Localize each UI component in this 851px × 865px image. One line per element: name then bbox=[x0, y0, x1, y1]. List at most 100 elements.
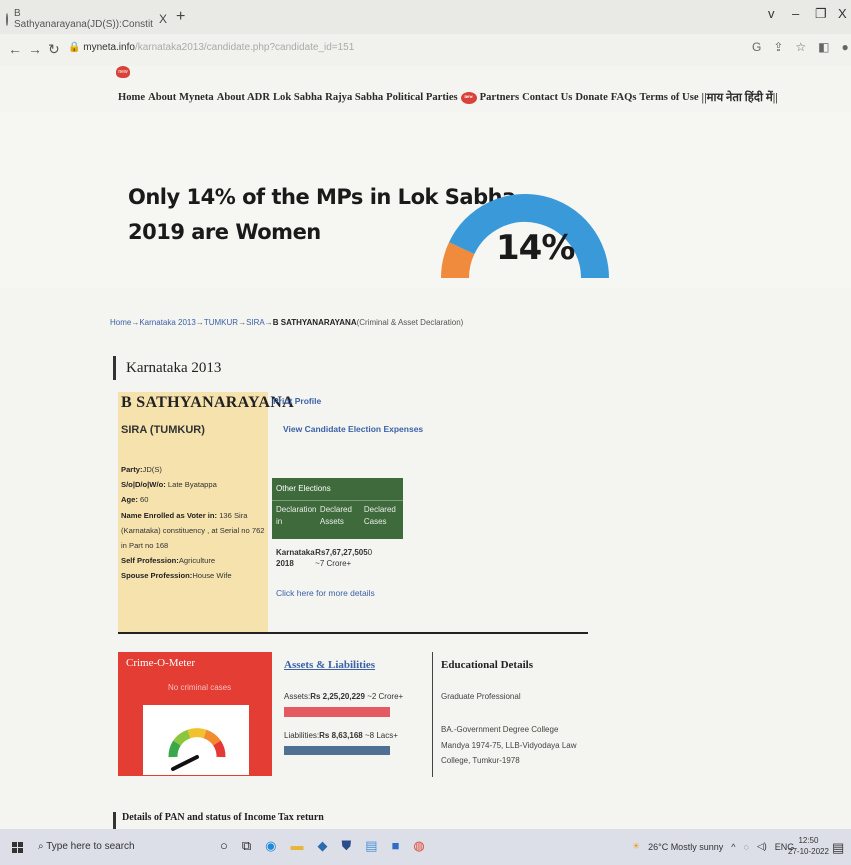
education-category: Graduate Professional bbox=[441, 692, 521, 701]
assets-liabilities-link[interactable]: Assets & Liabilities bbox=[284, 659, 375, 671]
liabilities-value: Rs 8,63,168 bbox=[319, 731, 363, 740]
crumb-sep: → bbox=[238, 318, 247, 327]
liabilities-bar bbox=[284, 746, 390, 755]
assets-value: Rs 2,25,20,229 bbox=[310, 692, 365, 701]
minimize-button[interactable]: – bbox=[792, 6, 799, 21]
search-placeholder: Type here to search bbox=[46, 841, 135, 852]
weather-icon: ☀ bbox=[632, 841, 641, 851]
gauge-women-arc bbox=[441, 242, 475, 279]
file-explorer-icon[interactable]: ▬ bbox=[291, 838, 304, 854]
declaration-cell[interactable]: Karnataka 2018 bbox=[276, 547, 315, 569]
more-details-link[interactable]: Click here for more details bbox=[276, 588, 375, 598]
assets-amount: Rs7,67,27,505 bbox=[315, 548, 368, 557]
other-elections-table: Other Elections Declaration in Declared … bbox=[272, 478, 403, 569]
taskbar-apps: ○ ⧉ ◉ ▬ ◆ ⛊ ▤ ■ ◍ bbox=[220, 838, 425, 854]
windows-start-icon[interactable] bbox=[12, 842, 23, 853]
maximize-button[interactable]: ❐ bbox=[815, 6, 827, 22]
nav-faqs[interactable]: FAQs bbox=[611, 92, 637, 103]
candidate-constituency: SIRA (TUMKUR) bbox=[121, 424, 205, 436]
crumb-election[interactable]: Karnataka 2013 bbox=[139, 318, 196, 327]
security-icon[interactable]: ⛊ bbox=[342, 838, 352, 854]
voter-label: Name Enrolled as Voter in: bbox=[121, 510, 218, 520]
pan-section-title: Details of PAN and status of Income Tax … bbox=[113, 812, 602, 830]
assets-bar bbox=[284, 707, 390, 717]
nav-partners[interactable]: Partners bbox=[480, 92, 519, 103]
nav-hindi[interactable]: ||माय नेता हिंदी में|| bbox=[702, 90, 778, 105]
toolbar-icons: G ⇪ ☆ ◧ ● ⋮ bbox=[752, 40, 851, 54]
tab-search-button[interactable]: v bbox=[768, 6, 775, 21]
volume-icon[interactable]: ◁) bbox=[757, 841, 767, 852]
reload-icon[interactable]: ↻ bbox=[48, 41, 60, 58]
taskbar-search[interactable]: ⌕ Type here to search bbox=[38, 841, 135, 852]
other-elections-header: Declaration in Declared Assets Declared … bbox=[272, 501, 403, 539]
crime-o-meter-title: Crime-O-Meter bbox=[126, 657, 196, 669]
age-value: 60 bbox=[140, 495, 149, 505]
nav-about-myneta[interactable]: About Myneta bbox=[148, 92, 214, 103]
tab-close-button[interactable]: X bbox=[159, 12, 167, 26]
profile-avatar-icon[interactable]: ● bbox=[842, 40, 849, 54]
nav-lok-sabha[interactable]: Lok Sabha bbox=[273, 92, 322, 103]
section-divider bbox=[118, 632, 588, 634]
cortana-icon[interactable]: ○ bbox=[220, 838, 228, 854]
column-header: Declared Cases bbox=[363, 505, 396, 526]
party-label: Party: bbox=[121, 465, 143, 474]
education-title: Educational Details bbox=[441, 659, 533, 671]
candidate-name: B SATHYANARAYANA bbox=[121, 394, 294, 411]
url-field[interactable]: 🔒 myneta.info/karnataka2013/candidate.ph… bbox=[68, 42, 354, 53]
assets-label: Assets: bbox=[284, 692, 311, 701]
nav-donate[interactable]: Donate bbox=[575, 92, 607, 103]
nav-political-parties[interactable]: Political Parties bbox=[386, 92, 457, 103]
new-tab-button[interactable]: + bbox=[176, 8, 185, 26]
tab-title: B Sathyanarayana(JD(S)):Constit bbox=[14, 8, 153, 30]
section-title: Karnataka 2013 bbox=[113, 356, 221, 380]
relation-value: Late Byatappa bbox=[167, 480, 217, 490]
crumb-home[interactable]: Home bbox=[110, 318, 131, 327]
other-elections-title: Other Elections bbox=[272, 478, 403, 501]
network-icon[interactable]: ◌ bbox=[743, 842, 748, 852]
tray-chevron-icon[interactable]: ^ bbox=[731, 842, 735, 852]
education-border bbox=[432, 652, 433, 777]
chrome-icon[interactable]: ◍ bbox=[413, 838, 424, 854]
nav-home[interactable]: Home bbox=[118, 92, 145, 103]
back-icon[interactable]: ← bbox=[8, 41, 22, 57]
url-host: myneta.info bbox=[83, 42, 135, 53]
bookmark-star-icon[interactable]: ☆ bbox=[795, 40, 806, 54]
store-icon[interactable]: ◆ bbox=[318, 838, 328, 854]
print-profile-link[interactable]: Print Profile bbox=[273, 396, 321, 406]
nav-contact-us[interactable]: Contact Us bbox=[522, 92, 572, 103]
forward-icon[interactable]: → bbox=[28, 41, 42, 57]
search-icon: ⌕ bbox=[38, 841, 47, 852]
crumb-suffix: (Criminal & Asset Declaration) bbox=[356, 318, 464, 327]
task-view-icon[interactable]: ⧉ bbox=[242, 838, 251, 854]
spouse-label: Spouse Profession: bbox=[121, 571, 193, 581]
files-icon[interactable]: ▤ bbox=[365, 838, 377, 854]
clock-time: 12:50 bbox=[798, 836, 819, 845]
taskbar-clock[interactable]: 12:50 27-10-2022 bbox=[788, 835, 829, 857]
main-nav: Home About Myneta About ADR Lok Sabha Ra… bbox=[118, 90, 778, 105]
browser-tab[interactable]: B Sathyanarayana(JD(S)):Constit X bbox=[6, 6, 167, 32]
profession-label: Self Profession: bbox=[121, 556, 179, 566]
nav-terms[interactable]: Terms of Use bbox=[639, 92, 698, 103]
gauge-percent: 14% bbox=[496, 228, 575, 268]
crumb-constituency[interactable]: SIRA bbox=[246, 318, 265, 327]
nav-about-adr[interactable]: About ADR bbox=[217, 92, 270, 103]
nav-rajya-sabha[interactable]: Rajya Sabha bbox=[325, 92, 383, 103]
crime-gauge-icon bbox=[168, 728, 226, 771]
edge-icon[interactable]: ◉ bbox=[265, 838, 276, 854]
google-icon[interactable]: G bbox=[752, 40, 761, 54]
close-window-button[interactable]: X bbox=[838, 6, 847, 21]
election-expenses-link[interactable]: View Candidate Election Expenses bbox=[283, 424, 423, 434]
assets-summary: Assets:Rs 2,25,20,229 ~2 Crore+ bbox=[284, 692, 403, 701]
weather-text[interactable]: 26°C Mostly sunny bbox=[648, 842, 723, 852]
app-icon[interactable]: ■ bbox=[392, 838, 400, 854]
notifications-icon[interactable]: ▤ bbox=[832, 840, 844, 856]
new-badge-icon: new bbox=[116, 66, 130, 78]
candidate-details: Party:JD(S) S/o|D/o|W/o: Late Byatappa A… bbox=[121, 462, 267, 584]
liabilities-label: Liabilities: bbox=[284, 731, 320, 740]
sidebar-icon[interactable]: ◧ bbox=[818, 40, 829, 54]
crumb-district[interactable]: TUMKUR bbox=[204, 318, 238, 327]
lock-icon: 🔒 bbox=[68, 42, 84, 53]
globe-icon bbox=[6, 12, 8, 26]
url-path: /karnataka2013/candidate.php?candidate_i… bbox=[134, 42, 355, 53]
share-icon[interactable]: ⇪ bbox=[773, 40, 783, 54]
